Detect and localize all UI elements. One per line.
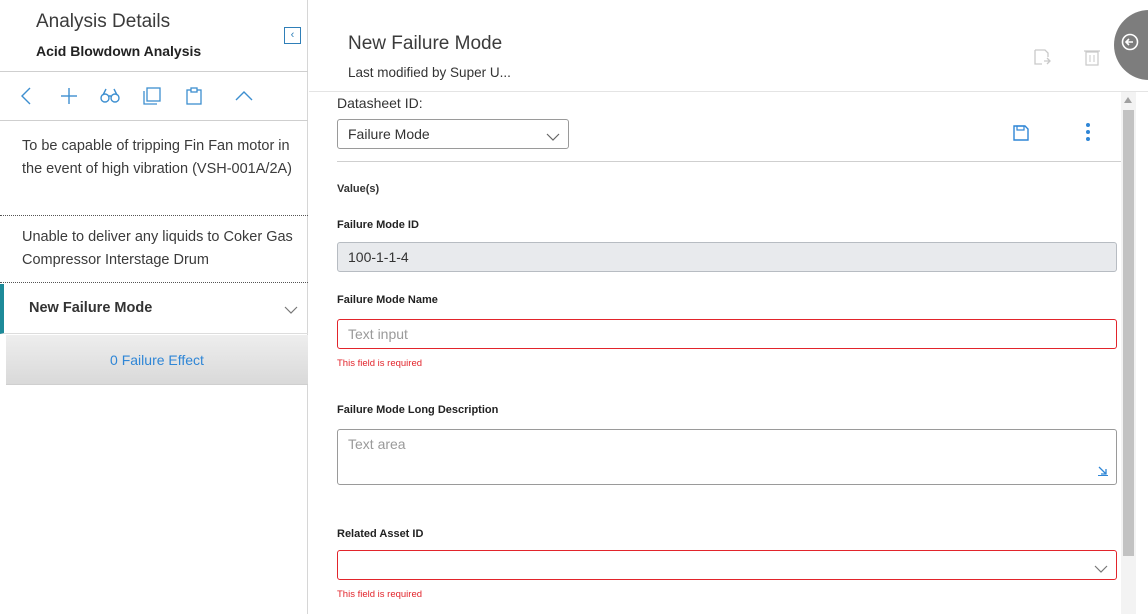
related-asset-select[interactable] (337, 550, 1117, 580)
chevron-down-icon (546, 128, 560, 144)
left-panel-header: Analysis Details Acid Blowdown Analysis … (0, 0, 308, 72)
record-title: New Failure Mode (348, 33, 503, 54)
related-asset-error: This field is required (337, 589, 423, 600)
chevron-down-icon[interactable] (284, 301, 298, 319)
resize-icon[interactable] (1098, 463, 1108, 479)
long-description-label: Failure Mode Long Description (337, 404, 499, 416)
save-as-icon[interactable] (1033, 48, 1051, 71)
collapse-left-icon[interactable]: ‹ (284, 27, 301, 44)
analysis-name: Acid Blowdown Analysis (36, 43, 202, 59)
values-heading: Value(s) (337, 183, 380, 195)
trash-icon[interactable] (1084, 48, 1100, 71)
more-vertical-icon[interactable] (1085, 122, 1091, 147)
vertical-scrollbar[interactable] (1121, 92, 1136, 614)
datasheet-divider (337, 161, 1121, 162)
failure-effect-link[interactable]: 0 Failure Effect (6, 335, 308, 385)
datasheet-select[interactable]: Failure Mode (337, 119, 569, 149)
failure-mode-name-placeholder: Text input (348, 326, 408, 342)
datasheet-form: Datasheet ID: Failure Mode Value(s) Fail… (309, 92, 1121, 614)
save-icon[interactable] (1012, 124, 1030, 147)
list-item-selected[interactable]: New Failure Mode (0, 284, 308, 334)
list-item[interactable]: Unable to deliver any liquids to Coker G… (0, 217, 308, 283)
record-panel: New Failure Mode Last modified by Super … (309, 0, 1148, 614)
failure-mode-id-label: Failure Mode ID (337, 219, 419, 231)
copy-icon[interactable] (142, 85, 162, 107)
add-icon[interactable] (59, 85, 79, 107)
back-icon[interactable] (18, 85, 34, 107)
failure-mode-id-value: 100-1-1-4 (348, 249, 409, 265)
scrollbar-thumb[interactable] (1123, 110, 1134, 556)
datasheet-select-value: Failure Mode (348, 126, 430, 142)
datasheet-label: Datasheet ID: (337, 95, 423, 111)
related-asset-label: Related Asset ID (337, 528, 424, 540)
failure-mode-name-error: This field is required (337, 358, 423, 369)
left-panel: Analysis Details Acid Blowdown Analysis … (0, 0, 308, 614)
failure-mode-name-input[interactable]: Text input (337, 319, 1117, 349)
chevron-up-icon[interactable] (234, 85, 254, 107)
failure-mode-id-field: 100-1-1-4 (337, 242, 1117, 272)
list-item-label: To be capable of tripping Fin Fan motor … (22, 138, 293, 177)
binoculars-icon[interactable] (99, 85, 121, 107)
list-item[interactable]: To be capable of tripping Fin Fan motor … (0, 132, 308, 216)
last-modified: Last modified by Super U... (348, 65, 511, 80)
failure-mode-name-label: Failure Mode Name (337, 294, 438, 306)
paste-icon[interactable] (184, 85, 204, 107)
chevron-down-icon (1094, 560, 1108, 576)
panel-title: Analysis Details (36, 11, 171, 32)
long-description-placeholder: Text area (348, 436, 406, 452)
left-toolbar (0, 73, 308, 121)
exit-icon[interactable] (1121, 33, 1139, 56)
list-item-label: Unable to deliver any liquids to Coker G… (22, 229, 293, 268)
list-item-label: New Failure Mode (29, 300, 153, 316)
scroll-up-icon[interactable] (1124, 97, 1132, 103)
long-description-textarea[interactable]: Text area (337, 429, 1117, 485)
